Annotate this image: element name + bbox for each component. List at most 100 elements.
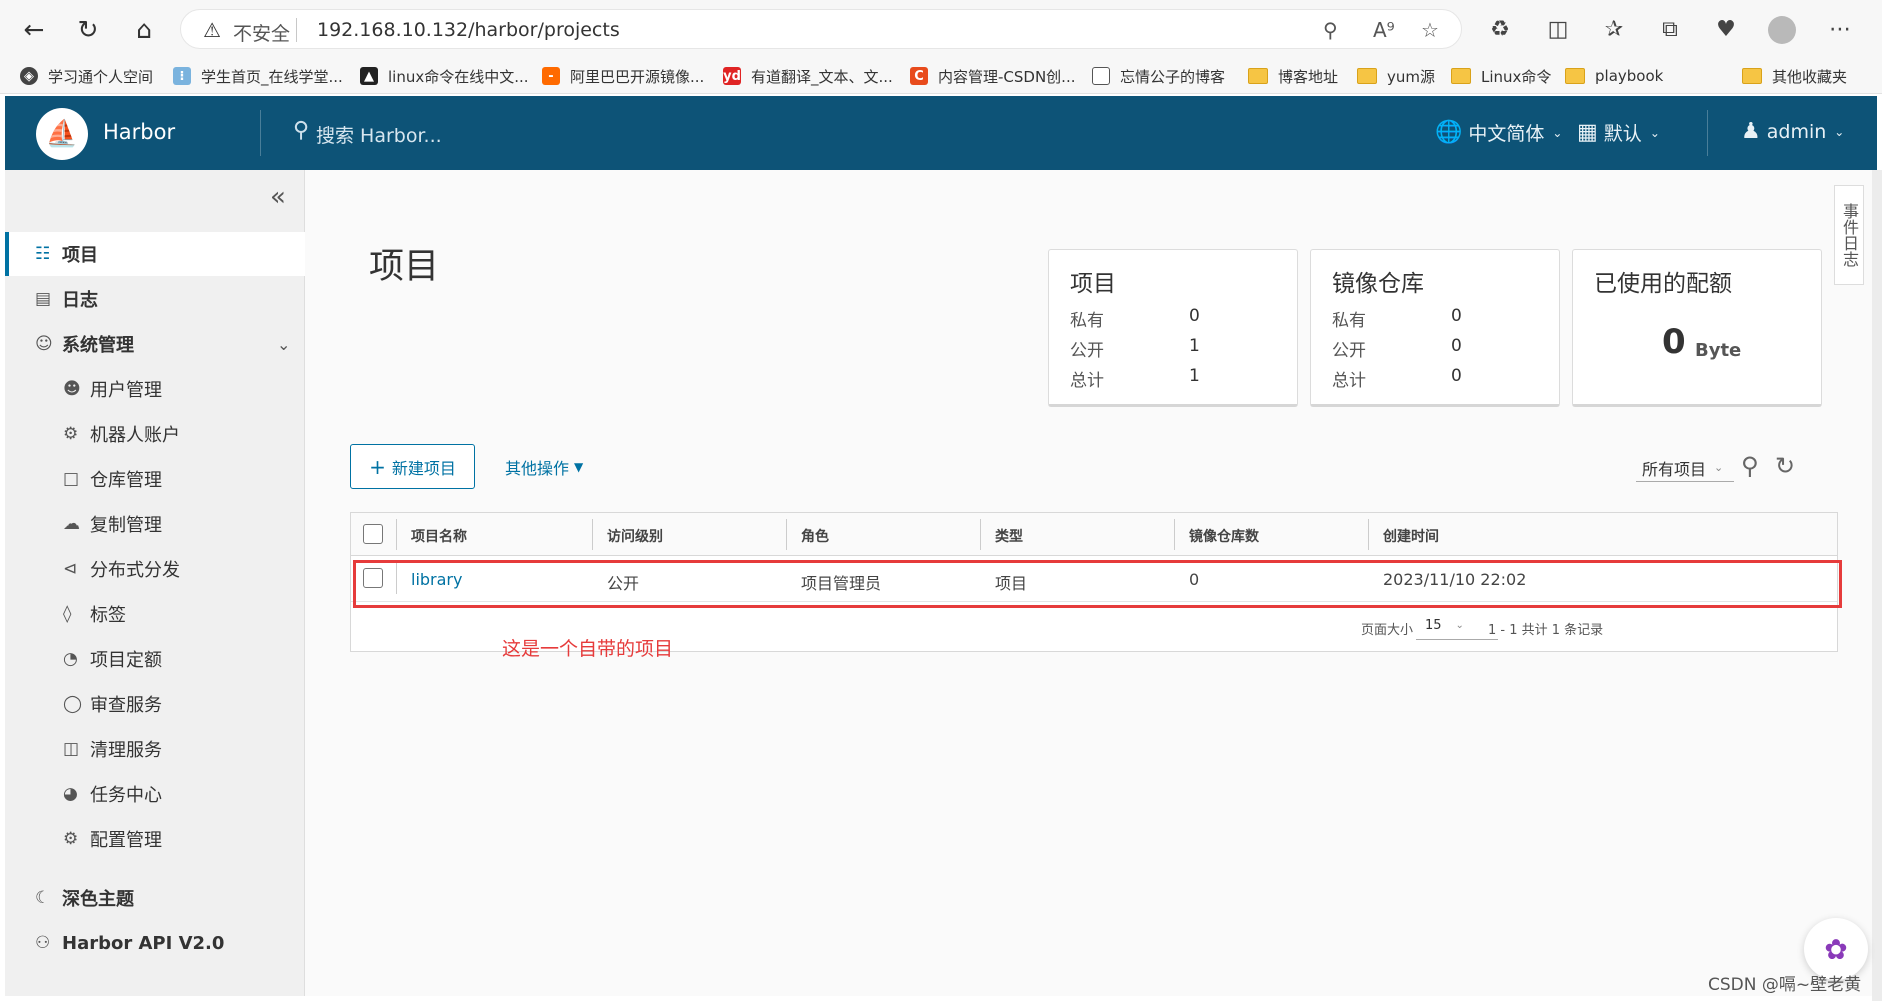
sidebar-item-admin[interactable]: ☺ 系统管理 ⌄ bbox=[5, 322, 305, 366]
sidebar-item-quotas[interactable]: ◔ 项目定额 bbox=[5, 637, 305, 681]
sidebar-item-users[interactable]: ☻ 用户管理 bbox=[5, 367, 305, 411]
sidebar-item-config[interactable]: ⚙ 配置管理 bbox=[5, 817, 305, 861]
bookmarks-bar: ◈ 学习通个人空间 ⁝ 学生首页_在线学堂... ▲ linux命令在线中文... -… bbox=[0, 58, 1882, 94]
chevron-down-icon[interactable]: ⌄ bbox=[277, 335, 290, 354]
refresh-icon[interactable]: ↻ bbox=[1775, 452, 1795, 480]
bookmark-item[interactable]: C 内容管理-CSDN创... bbox=[910, 64, 1075, 88]
annotation-text: 这是一个自带的项目 bbox=[502, 638, 674, 660]
sidebar-item-jobs[interactable]: ◕ 任务中心 bbox=[5, 772, 305, 816]
read-aloud-icon[interactable]: A⁹ bbox=[1373, 18, 1395, 42]
home-icon[interactable]: ⌂ bbox=[128, 13, 160, 45]
sidebar-item-label: Harbor API V2.0 bbox=[62, 932, 225, 954]
cloud-icon: ☁ bbox=[63, 514, 80, 534]
pagination-summary: 1 - 1 共计 1 条记录 bbox=[1488, 623, 1604, 638]
column-header[interactable]: 镜像仓库数 bbox=[1189, 526, 1259, 546]
bookmark-item[interactable]: 忘情公子的博客 bbox=[1092, 64, 1225, 88]
column-header[interactable]: 访问级别 bbox=[607, 526, 663, 546]
sidebar-item-label: 仓库管理 bbox=[90, 470, 162, 491]
screen: { "browser": { "insecure_label": "不安全", … bbox=[0, 0, 1882, 1001]
health-icon[interactable]: ♥ bbox=[1710, 13, 1742, 45]
bookmark-item[interactable]: ▲ linux命令在线中文... bbox=[360, 64, 529, 88]
harbor-logo-icon[interactable]: ⛵ bbox=[36, 108, 88, 160]
collapse-sidebar-icon[interactable]: « bbox=[270, 182, 286, 212]
select-value: 15 bbox=[1425, 618, 1442, 633]
language-selector[interactable]: 🌐 中文简体 ⌄ bbox=[1435, 119, 1562, 146]
bookmark-item[interactable]: - 阿里巴巴开源镜像... bbox=[542, 64, 704, 88]
theme-selector[interactable]: ▦ 默认 ⌄ bbox=[1577, 119, 1660, 146]
column-header[interactable]: 创建时间 bbox=[1383, 526, 1439, 546]
search-icon[interactable]: ⚲ bbox=[293, 118, 309, 143]
sidebar-item-projects[interactable]: ☷ 项目 bbox=[5, 232, 305, 276]
gear-icon: ⚙ bbox=[63, 829, 79, 849]
aliyun-icon: - bbox=[542, 67, 560, 85]
star-icon[interactable]: ☆ bbox=[1421, 18, 1439, 42]
new-project-button[interactable]: + 新建项目 bbox=[350, 444, 475, 489]
sidebar-item-scanners[interactable]: ◯ 审查服务 bbox=[5, 682, 305, 726]
sidebar-item-replication[interactable]: ☁ 复制管理 bbox=[5, 502, 305, 546]
sidebar-item-distribution[interactable]: ⊲ 分布式分发 bbox=[5, 547, 305, 591]
brand-name[interactable]: Harbor bbox=[103, 120, 175, 144]
bookmark-item[interactable]: yd 有道翻译_文本、文... bbox=[723, 64, 893, 88]
bookmark-item[interactable]: Linux命令 bbox=[1451, 64, 1551, 88]
split-screen-icon[interactable]: ◫ bbox=[1542, 13, 1574, 45]
column-header[interactable]: 角色 bbox=[801, 526, 829, 546]
bookmark-item[interactable]: 博客地址 bbox=[1248, 64, 1338, 88]
project-filter-select[interactable]: 所有项目 ⌄ bbox=[1636, 454, 1734, 482]
favorites-icon[interactable]: ✰ bbox=[1598, 13, 1630, 45]
chevron-down-icon: ⌄ bbox=[1552, 125, 1563, 140]
chevron-down-icon: ⌄ bbox=[1455, 620, 1464, 631]
back-icon[interactable]: ← bbox=[18, 13, 50, 45]
bookmark-item[interactable]: yum源 bbox=[1357, 64, 1435, 88]
sidebar-item-registries[interactable]: □ 仓库管理 bbox=[5, 457, 305, 501]
box-icon: □ bbox=[63, 469, 80, 489]
url-divider bbox=[296, 18, 297, 42]
profile-avatar[interactable] bbox=[1768, 16, 1796, 44]
api-link[interactable]: ⚇ Harbor API V2.0 bbox=[5, 921, 305, 965]
shield-icon: ◯ bbox=[63, 694, 83, 714]
sidebar-item-robots[interactable]: ⚙ 机器人账户 bbox=[5, 412, 305, 456]
bookmark-item[interactable]: ◈ 学习通个人空间 bbox=[20, 64, 153, 88]
column-divider bbox=[1174, 519, 1175, 550]
select-all-checkbox[interactable] bbox=[363, 524, 383, 544]
globe-icon: ◈ bbox=[20, 67, 38, 85]
refresh-icon[interactable]: ↻ bbox=[72, 13, 104, 45]
page-size-select[interactable]: 15 ⌄ bbox=[1416, 612, 1498, 640]
column-header[interactable]: 项目名称 bbox=[411, 526, 467, 546]
card-title: 镜像仓库 bbox=[1332, 271, 1424, 297]
column-header[interactable]: 类型 bbox=[995, 526, 1023, 546]
warning-icon: ⚠ bbox=[203, 18, 221, 42]
sidebar-item-label: 用户管理 bbox=[90, 380, 162, 401]
sidebar-item-gc[interactable]: ◫ 清理服务 bbox=[5, 727, 305, 771]
user-menu[interactable]: ♟ admin ⌄ bbox=[1741, 119, 1844, 144]
event-log-tab[interactable]: 事件日志 bbox=[1834, 185, 1864, 285]
sidebar-item-label: 深色主题 bbox=[62, 889, 134, 910]
sidebar-item-labels[interactable]: ◊ 标签 bbox=[5, 592, 305, 636]
extensions-icon[interactable]: ♻ bbox=[1484, 13, 1516, 45]
other-actions-dropdown[interactable]: 其他操作 ▼ bbox=[505, 455, 583, 479]
highlight-box bbox=[353, 560, 1842, 608]
dark-theme-toggle[interactable]: ☾ 深色主题 bbox=[5, 876, 305, 920]
sidebar-item-label: 项目定额 bbox=[90, 650, 162, 671]
sidebar-item-logs[interactable]: ▤ 日志 bbox=[5, 277, 305, 321]
api-icon: ⚇ bbox=[35, 933, 51, 953]
page-size-label: 页面大小 bbox=[1361, 623, 1414, 638]
sidebar-item-label: 机器人账户 bbox=[90, 425, 180, 446]
app-header: ⛵ Harbor ⚲ 搜索 Harbor... 🌐 中文简体 ⌄ ▦ 默认 ⌄ ♟ adm… bbox=[5, 96, 1877, 170]
bookmark-item[interactable]: ⁝ 学生首页_在线学堂... bbox=[173, 64, 343, 88]
sidebar: « ☷ 项目 ▤ 日志 ☺ 系统管理 ⌄ ☻ 用户管理 ⚙ 机器人账户 □ 仓库… bbox=[5, 170, 305, 996]
key-icon[interactable]: ⚲ bbox=[1323, 18, 1338, 42]
search-input[interactable]: 搜索 Harbor... bbox=[316, 121, 442, 148]
bookmark-item[interactable]: playbook bbox=[1565, 64, 1663, 88]
button-label: 新建项目 bbox=[391, 458, 456, 478]
address-bar[interactable]: ⚠ 不安全 192.168.10.132/harbor/projects ⚲ A… bbox=[180, 9, 1462, 49]
url-text[interactable]: 192.168.10.132/harbor/projects bbox=[317, 19, 620, 41]
collections-icon[interactable]: ⧉ bbox=[1654, 13, 1686, 45]
share-icon: ⊲ bbox=[63, 559, 78, 579]
browser-toolbar: ← ↻ ⌂ ⚠ 不安全 192.168.10.132/harbor/projec… bbox=[0, 0, 1882, 58]
admin-icon: ☺ bbox=[35, 334, 53, 354]
bookmark-item[interactable]: 其他收藏夹 bbox=[1742, 64, 1847, 88]
search-icon[interactable]: ⚲ bbox=[1741, 452, 1759, 480]
site-icon: ⁝ bbox=[173, 67, 191, 85]
chevron-down-icon: ▼ bbox=[574, 460, 584, 474]
more-icon[interactable]: ⋯ bbox=[1824, 13, 1856, 45]
